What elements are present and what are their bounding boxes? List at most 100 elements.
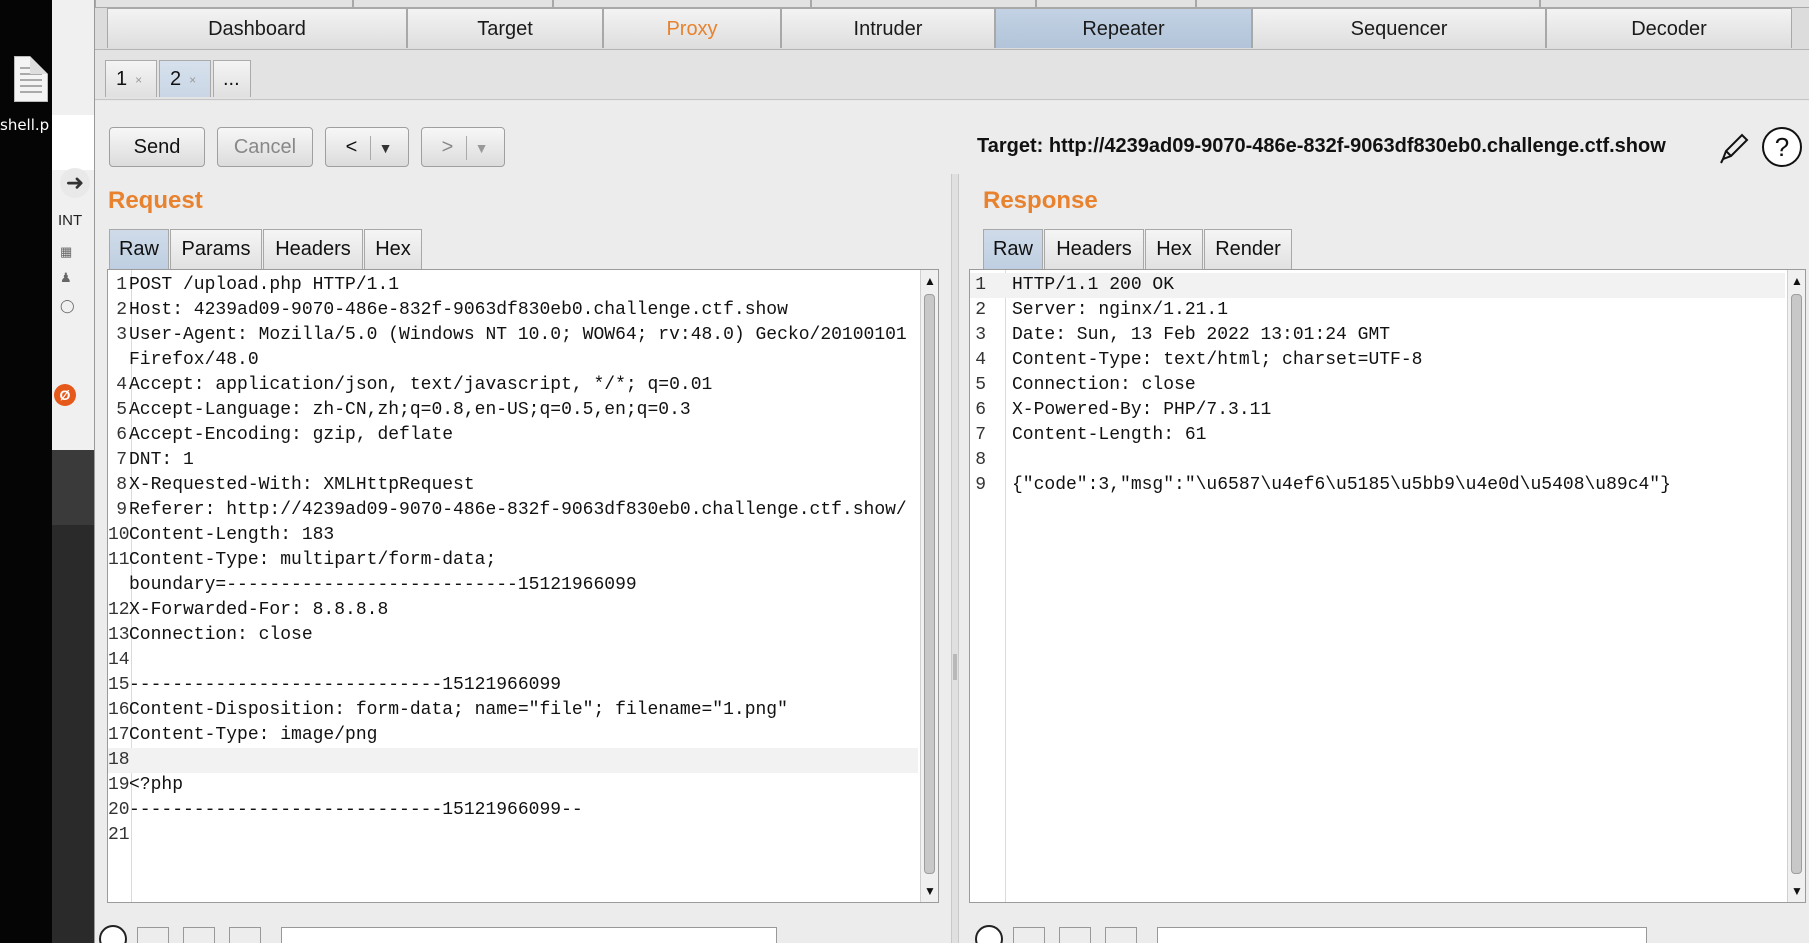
- code-line[interactable]: 13Connection: close: [108, 623, 918, 648]
- back-history-button[interactable]: < ▼: [325, 127, 409, 167]
- code-line[interactable]: 2 Host: 4239ad09-9070-486e-832f-9063df830…: [108, 298, 918, 323]
- response-tab-hex[interactable]: Hex: [1145, 229, 1203, 269]
- tab-sequencer[interactable]: Sequencer: [1252, 8, 1546, 48]
- repeater-tab-1[interactable]: 1 ×: [105, 60, 157, 97]
- tab-proxy[interactable]: Proxy: [603, 8, 781, 48]
- code-line[interactable]: 4 Accept: application/json, text/javascri…: [108, 373, 918, 398]
- code-line[interactable]: 21: [108, 823, 918, 848]
- request-search-input[interactable]: [281, 927, 777, 943]
- file-icon[interactable]: [14, 56, 48, 102]
- response-tab-render[interactable]: Render: [1204, 229, 1292, 269]
- request-editor[interactable]: ▲ ▼ 1 POST /upload.php HTTP/1.1 2 Host: 423…: [107, 269, 939, 903]
- pencil-icon[interactable]: [1717, 129, 1753, 165]
- code-line[interactable]: 1 POST /upload.php HTTP/1.1: [108, 273, 918, 298]
- send-button[interactable]: Send: [109, 127, 205, 167]
- close-icon[interactable]: ×: [189, 73, 196, 87]
- scroll-down-icon[interactable]: ▼: [921, 882, 938, 900]
- response-help-icon[interactable]: [975, 925, 1003, 943]
- chevron-down-icon[interactable]: ▼: [371, 129, 401, 167]
- repeater-tab-new[interactable]: ...: [213, 60, 251, 97]
- request-tab-headers[interactable]: Headers: [263, 229, 363, 269]
- line-text: Firefox/48.0: [129, 350, 259, 370]
- response-options-button[interactable]: [1059, 927, 1091, 943]
- code-line[interactable]: 20-----------------------------151219660…: [108, 798, 918, 823]
- line-text: {"code":3,"msg":"\u6587\u4ef6\u5185\u5bb…: [1012, 475, 1671, 495]
- code-line[interactable]: 14: [108, 648, 918, 673]
- scroll-down-icon[interactable]: ▼: [1788, 882, 1805, 900]
- code-line[interactable]: 16Content-Disposition: form-data; name="…: [108, 698, 918, 723]
- tab-decoder[interactable]: Decoder: [1546, 8, 1792, 48]
- code-line[interactable]: Firefox/48.0: [108, 348, 918, 373]
- line-text: Content-Length: 183: [129, 525, 335, 545]
- response-tab-headers[interactable]: Headers: [1044, 229, 1144, 269]
- pane-splitter[interactable]: [951, 174, 959, 943]
- response-prev-match-button[interactable]: [1013, 927, 1045, 943]
- help-icon[interactable]: ?: [1762, 127, 1802, 167]
- tab-repeater[interactable]: Repeater: [995, 8, 1252, 48]
- scroll-thumb[interactable]: [924, 294, 935, 874]
- request-tab-raw[interactable]: Raw: [109, 229, 169, 269]
- line-text: -----------------------------15121966099…: [129, 800, 583, 820]
- code-line[interactable]: 8 X-Requested-With: XMLHttpRequest: [108, 473, 918, 498]
- response-tab-raw[interactable]: Raw: [983, 229, 1043, 269]
- code-line[interactable]: 17Content-Type: image/png: [108, 723, 918, 748]
- scroll-thumb[interactable]: [1791, 294, 1802, 874]
- red-badge-icon[interactable]: Ø: [54, 384, 76, 406]
- code-line[interactable]: 5 Connection: close: [970, 373, 1785, 398]
- chevron-down-icon[interactable]: ▼: [467, 129, 497, 167]
- request-help-icon[interactable]: [99, 925, 127, 943]
- code-line[interactable]: 8: [970, 448, 1785, 473]
- repeater-tab-label: ...: [223, 68, 240, 90]
- scroll-up-icon[interactable]: ▲: [1788, 272, 1805, 290]
- desktop-file-label[interactable]: shell.p: [0, 116, 49, 134]
- code-line[interactable]: 3 User-Agent: Mozilla/5.0 (Windows NT 10.…: [108, 323, 918, 348]
- line-number: 18: [108, 750, 130, 770]
- request-next-match-button[interactable]: [229, 927, 261, 943]
- response-search-input[interactable]: [1157, 927, 1647, 943]
- response-next-match-button[interactable]: [1105, 927, 1137, 943]
- code-line[interactable]: 12X-Forwarded-For: 8.8.8.8: [108, 598, 918, 623]
- code-line[interactable]: boundary=---------------------------1512…: [108, 573, 918, 598]
- people-icon[interactable]: ♟: [60, 270, 78, 286]
- request-prev-match-button[interactable]: [137, 927, 169, 943]
- code-line[interactable]: 4 Content-Type: text/html; charset=UTF-8: [970, 348, 1785, 373]
- code-line[interactable]: 1 HTTP/1.1 200 OK: [970, 273, 1785, 298]
- code-line[interactable]: 6 X-Powered-By: PHP/7.3.11: [970, 398, 1785, 423]
- code-line[interactable]: 15-----------------------------151219660…: [108, 673, 918, 698]
- splitter-grip[interactable]: [953, 654, 957, 680]
- tab-dashboard[interactable]: Dashboard: [107, 8, 407, 48]
- response-editor[interactable]: ▲ ▼ 1 HTTP/1.1 200 OK 2 Server: nginx/1.21.…: [969, 269, 1806, 903]
- forward-history-button[interactable]: > ▼: [421, 127, 505, 167]
- code-line[interactable]: 9 {"code":3,"msg":"\u6587\u4ef6\u5185\u5b…: [970, 473, 1785, 498]
- line-number: 4: [975, 350, 986, 370]
- play-circle-icon[interactable]: ◯: [60, 298, 78, 314]
- code-line[interactable]: 19<?php: [108, 773, 918, 798]
- tab-intruder[interactable]: Intruder: [781, 8, 995, 48]
- request-tab-hex[interactable]: Hex: [364, 229, 422, 269]
- code-line[interactable]: 3 Date: Sun, 13 Feb 2022 13:01:24 GMT: [970, 323, 1785, 348]
- tab-target[interactable]: Target: [407, 8, 603, 48]
- request-scrollbar[interactable]: ▲ ▼: [920, 270, 938, 902]
- repeater-tab-2[interactable]: 2 ×: [159, 60, 211, 97]
- printer-icon[interactable]: ▦: [60, 244, 78, 260]
- code-line[interactable]: 9 Referer: http://4239ad09-9070-486e-832f…: [108, 498, 918, 523]
- request-tab-params[interactable]: Params: [170, 229, 262, 269]
- code-line[interactable]: 18: [108, 748, 918, 773]
- response-scrollbar[interactable]: ▲ ▼: [1787, 270, 1805, 902]
- line-text: X-Powered-By: PHP/7.3.11: [1012, 400, 1272, 420]
- code-line[interactable]: 7 Content-Length: 61: [970, 423, 1785, 448]
- code-line[interactable]: 10Content-Length: 183: [108, 523, 918, 548]
- code-line[interactable]: 2 Server: nginx/1.21.1: [970, 298, 1785, 323]
- response-title: Response: [983, 187, 1098, 214]
- code-line[interactable]: 5 Accept-Language: zh-CN,zh;q=0.8,en-US;q…: [108, 398, 918, 423]
- code-line[interactable]: 11Content-Type: multipart/form-data;: [108, 548, 918, 573]
- line-number: 11: [108, 550, 130, 570]
- close-icon[interactable]: ×: [135, 73, 142, 87]
- code-line[interactable]: 6 Accept-Encoding: gzip, deflate: [108, 423, 918, 448]
- cancel-button[interactable]: Cancel: [217, 127, 313, 167]
- scroll-up-icon[interactable]: ▲: [921, 272, 938, 290]
- back-arrow-icon[interactable]: ➜: [60, 168, 90, 198]
- line-number: 21: [108, 825, 130, 845]
- code-line[interactable]: 7 DNT: 1: [108, 448, 918, 473]
- request-options-button[interactable]: [183, 927, 215, 943]
